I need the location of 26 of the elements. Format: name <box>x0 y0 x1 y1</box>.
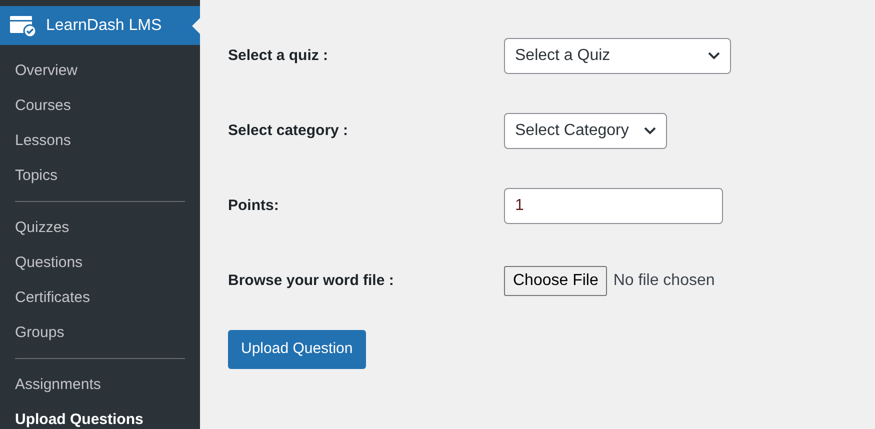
sidebar-item[interactable]: Courses <box>0 88 200 123</box>
file-status: No file chosen <box>613 271 715 291</box>
menu-pointer <box>192 18 200 34</box>
field-label: Select a quiz : <box>228 46 330 66</box>
field-label: Points: <box>228 196 280 216</box>
menu-header[interactable]: LearnDash LMS <box>0 6 200 45</box>
sidebar-item[interactable]: Overview <box>0 53 200 88</box>
sidebar-item[interactable]: Certificates <box>15 280 185 315</box>
sidebar-item[interactable]: Questions <box>15 245 185 280</box>
choose-file-button[interactable]: Choose File <box>504 266 608 296</box>
field-label: Select category : <box>228 120 350 141</box>
upload-button[interactable]: Upload Question <box>228 330 366 368</box>
select-field[interactable]: Select a Quiz <box>504 38 731 74</box>
sidebar-item[interactable]: Quizzes <box>15 210 185 245</box>
sidebar-item[interactable]: Lessons <box>0 123 200 158</box>
course-icon <box>10 14 36 36</box>
select-field[interactable]: Select Category <box>504 113 667 149</box>
field-label: Browse your word file : <box>228 270 395 291</box>
sidebar-item[interactable]: Upload Questions <box>15 402 185 429</box>
sidebar-item[interactable]: Topics <box>0 158 200 193</box>
sidebar-item[interactable]: Assignments <box>15 367 185 402</box>
menu-title: LearnDash LMS <box>46 16 162 36</box>
input-field[interactable]: 1 <box>504 188 723 224</box>
caret-icon <box>708 52 720 60</box>
caret-icon <box>644 127 656 135</box>
sidebar-item[interactable]: Groups <box>15 315 185 350</box>
